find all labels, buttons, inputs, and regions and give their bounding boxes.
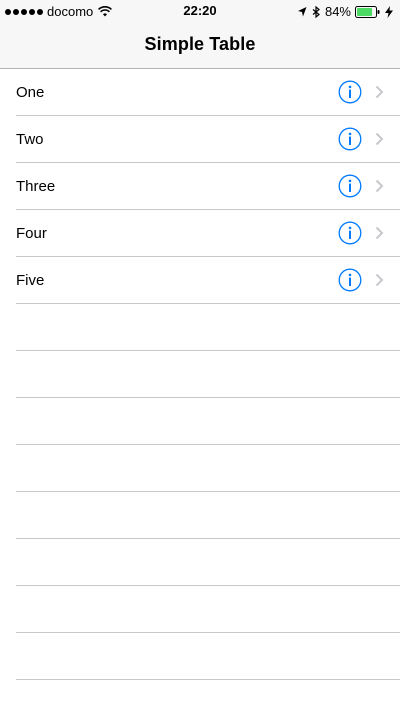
empty-table-row <box>16 633 400 680</box>
empty-table-row <box>16 445 400 492</box>
row-label: Two <box>16 130 44 148</box>
chevron-right-icon <box>375 179 384 193</box>
info-icon[interactable] <box>338 221 362 245</box>
bluetooth-icon <box>312 5 320 18</box>
row-label: Five <box>16 271 45 289</box>
battery-fill <box>357 7 373 16</box>
navigation-bar: Simple Table <box>0 22 400 69</box>
charging-icon <box>385 5 393 18</box>
chevron-right-icon <box>375 132 384 146</box>
location-arrow-icon <box>297 6 307 16</box>
battery-icon <box>355 5 380 18</box>
empty-table-row <box>16 586 400 633</box>
info-icon[interactable] <box>338 127 362 151</box>
row-label: Four <box>16 224 47 242</box>
battery-percent: 84% <box>324 4 351 19</box>
empty-table-row <box>16 351 400 398</box>
info-icon[interactable] <box>338 80 362 104</box>
status-bar: docomo 22:20 84% <box>0 0 400 22</box>
empty-table-row <box>16 398 400 445</box>
empty-table-row <box>16 492 400 539</box>
table-row[interactable]: One <box>16 69 400 116</box>
info-icon[interactable] <box>338 268 362 292</box>
empty-table-row <box>16 304 400 351</box>
row-label: Three <box>16 177 56 195</box>
status-right: 84% <box>297 4 394 19</box>
chevron-right-icon <box>375 226 384 240</box>
table-row[interactable]: Four <box>16 210 400 257</box>
chevron-right-icon <box>375 85 384 99</box>
table-row[interactable]: Five <box>16 257 400 304</box>
table-row[interactable]: Three <box>16 163 400 210</box>
chevron-right-icon <box>375 273 384 287</box>
row-label: One <box>16 83 45 101</box>
empty-table-row <box>16 539 400 586</box>
info-icon[interactable] <box>338 174 362 198</box>
page-title: Simple Table <box>144 34 256 54</box>
table-view[interactable]: One Two Three Four Five <box>0 69 400 711</box>
table-row[interactable]: Two <box>16 116 400 163</box>
